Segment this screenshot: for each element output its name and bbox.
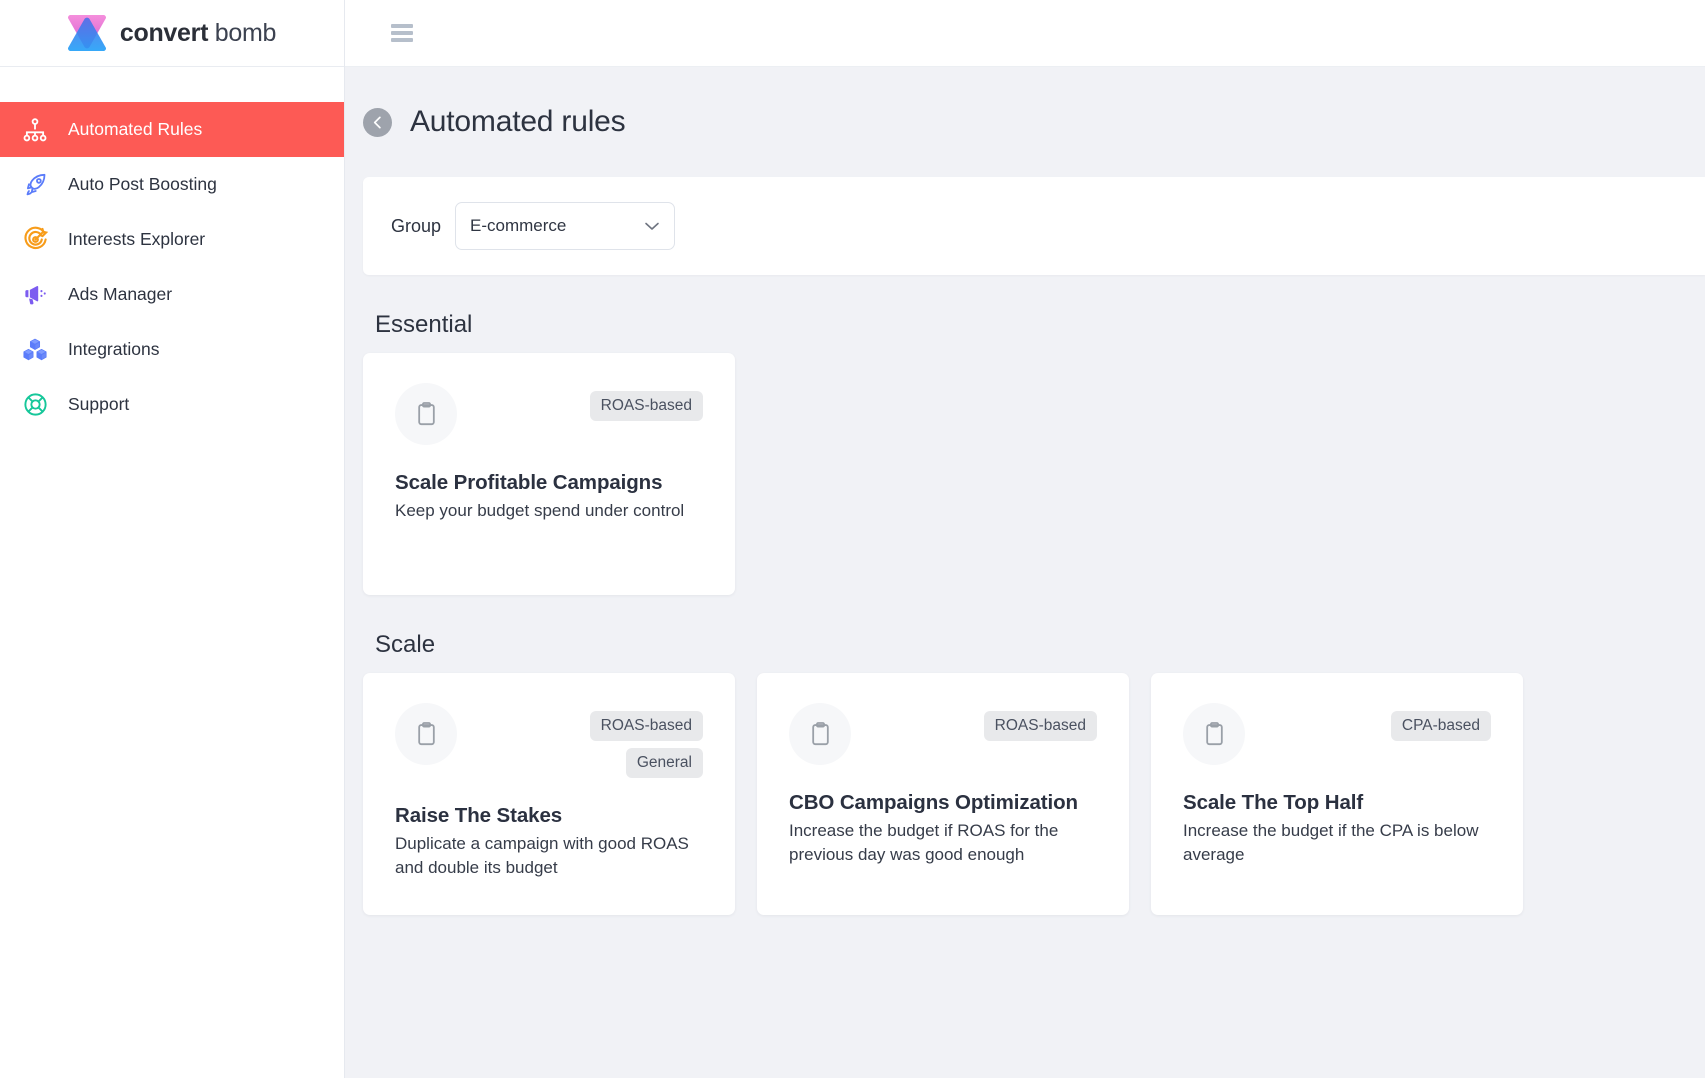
sidebar-item-label: Integrations	[68, 339, 160, 359]
section-title-essential: Essential	[375, 311, 473, 338]
megaphone-icon	[20, 280, 50, 310]
badge-group: ROAS-based General	[589, 703, 703, 778]
brand-name-light: bomb	[214, 18, 277, 47]
clipboard-icon	[395, 703, 457, 765]
status-badge: ROAS-based	[589, 711, 703, 741]
brand-name-bold: convert	[119, 18, 209, 47]
rule-card-header: CPA-based	[1183, 703, 1491, 765]
brand-name: convert bomb	[119, 18, 277, 48]
rule-card-description: Duplicate a campaign with good ROAS and …	[395, 834, 689, 878]
group-select[interactable]: E-commerce	[455, 202, 676, 250]
rule-card-title: Scale The Top Half	[1183, 791, 1364, 814]
topbar	[345, 0, 1705, 67]
rule-card[interactable]: CPA-based Scale The Top Half Increase th…	[1151, 673, 1523, 915]
rule-card-description: Increase the budget if the CPA is below …	[1183, 821, 1479, 865]
rule-card-header: ROAS-based General	[395, 703, 703, 778]
hamburger-bar	[391, 38, 413, 42]
section-title-scale: Scale	[375, 631, 436, 658]
hourglass-logo-icon	[67, 15, 106, 51]
content-scroll-area: Automated rules Group E-commerce Essenti…	[345, 67, 1705, 1078]
badge-group: ROAS-based	[589, 383, 703, 421]
blocks-icon	[20, 335, 50, 365]
rule-card-description: Increase the budget if ROAS for the prev…	[789, 821, 1059, 865]
page-header: Automated rules	[345, 105, 1705, 139]
status-badge: General	[625, 748, 703, 778]
sidebar: convert bomb Automated Rules Auto Post B…	[0, 0, 345, 1078]
group-select-value: E-commerce	[470, 216, 567, 235]
hamburger-bar	[391, 24, 413, 28]
status-badge: ROAS-based	[983, 711, 1097, 741]
sidebar-item-label: Ads Manager	[68, 284, 173, 304]
rule-card-description: Keep your budget spend under control	[395, 501, 685, 521]
rocket-icon	[20, 170, 50, 200]
rule-card[interactable]: ROAS-based Scale Profitable Campaigns Ke…	[363, 353, 735, 595]
group-label: Group	[391, 215, 442, 236]
clipboard-icon	[1183, 703, 1245, 765]
lifebuoy-icon	[20, 390, 50, 420]
rule-card-header: ROAS-based	[789, 703, 1097, 765]
sidebar-item-label: Support	[68, 394, 130, 414]
sidebar-item-interests-explorer[interactable]: Interests Explorer	[0, 212, 344, 267]
rule-card-title: Raise The Stakes	[395, 804, 563, 827]
sidebar-item-support[interactable]: Support	[0, 377, 344, 432]
sidebar-nav: Automated Rules Auto Post Boosting Inter…	[0, 67, 344, 432]
clipboard-icon	[789, 703, 851, 765]
clipboard-icon	[395, 383, 457, 445]
rule-card[interactable]: ROAS-based CBO Campaigns Optimization In…	[757, 673, 1129, 915]
page-title: Automated rules	[410, 105, 626, 138]
card-row-essential: ROAS-based Scale Profitable Campaigns Ke…	[345, 353, 1705, 595]
hamburger-icon[interactable]	[391, 24, 413, 42]
hamburger-bar	[391, 31, 413, 35]
group-filter-card: Group E-commerce	[363, 177, 1705, 275]
chevron-down-icon	[645, 222, 659, 230]
status-badge: CPA-based	[1390, 711, 1491, 741]
sidebar-item-integrations[interactable]: Integrations	[0, 322, 344, 377]
sidebar-item-automated-rules[interactable]: Automated Rules	[0, 102, 344, 157]
main-area: Automated rules Group E-commerce Essenti…	[345, 0, 1705, 1078]
sidebar-item-ads-manager[interactable]: Ads Manager	[0, 267, 344, 322]
rule-card-header: ROAS-based	[395, 383, 703, 445]
sidebar-item-auto-post-boosting[interactable]: Auto Post Boosting	[0, 157, 344, 212]
brand-header[interactable]: convert bomb	[0, 0, 344, 67]
status-badge: ROAS-based	[589, 391, 703, 421]
rule-card-title: CBO Campaigns Optimization	[789, 791, 1078, 814]
badge-group: CPA-based	[1390, 703, 1491, 741]
app-root: convert bomb Automated Rules Auto Post B…	[0, 0, 1705, 1078]
card-row-scale: ROAS-based General Raise The Stakes Dupl…	[345, 673, 1705, 915]
rule-card-title: Scale Profitable Campaigns	[395, 471, 663, 494]
target-icon	[20, 225, 50, 255]
sidebar-item-label: Auto Post Boosting	[68, 174, 217, 194]
sitemap-icon	[20, 115, 50, 145]
sidebar-item-label: Automated Rules	[68, 119, 203, 139]
sidebar-item-label: Interests Explorer	[68, 229, 206, 249]
arrow-left-circle-icon[interactable]	[363, 107, 392, 137]
rule-card[interactable]: ROAS-based General Raise The Stakes Dupl…	[363, 673, 735, 915]
badge-group: ROAS-based	[983, 703, 1097, 741]
